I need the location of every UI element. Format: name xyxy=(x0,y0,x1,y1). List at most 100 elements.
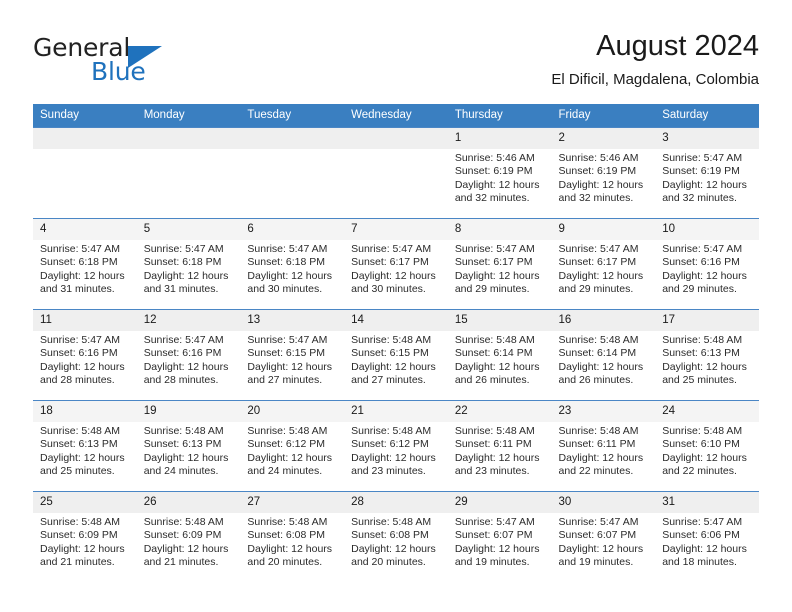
calendar-cell-inner: 26 Sunrise: 5:48 AM Sunset: 6:09 PM Dayligh… xyxy=(136,492,241,582)
day-details: Sunrise: 5:48 AM Sunset: 6:09 PM Daylight:… xyxy=(33,513,137,570)
daylight-duration-line2: and 27 minutes. xyxy=(247,374,323,387)
daylight-duration-line1: Daylight: 12 hours xyxy=(40,360,125,373)
day-details: Sunrise: 5:46 AM Sunset: 6:19 PM Daylight:… xyxy=(448,149,552,206)
sunset-time: Sunset: 6:17 PM xyxy=(558,256,637,269)
day-number: 11 xyxy=(33,310,137,331)
daylight-duration-line2: and 19 minutes. xyxy=(558,556,634,569)
calendar-day-cell[interactable]: 21 Sunrise: 5:48 AM Sunset: 6:12 PM Dayligh… xyxy=(344,400,448,492)
daylight-duration-line1: Daylight: 12 hours xyxy=(143,451,229,464)
daylight-duration-line1: Daylight: 12 hours xyxy=(558,178,644,191)
calendar-day-cell[interactable]: 31 Sunrise: 5:47 AM Sunset: 6:06 PM Dayligh… xyxy=(655,491,759,582)
sunset-time: Sunset: 6:10 PM xyxy=(662,438,740,451)
calendar-day-cell[interactable]: 9 Sunrise: 5:47 AM Sunset: 6:17 PM Daylight… xyxy=(551,218,656,310)
calendar-day-cell[interactable]: 11 Sunrise: 5:47 AM Sunset: 6:16 PM Dayligh… xyxy=(33,309,137,401)
sunrise-time: Sunrise: 5:48 AM xyxy=(143,425,224,437)
page-header: General Blue August 2024 El Dificil, Mag… xyxy=(33,28,759,100)
daylight-duration-line2: and 21 minutes. xyxy=(40,556,115,569)
daylight-duration-line1: Daylight: 12 hours xyxy=(247,269,333,282)
weekday-header-row: Sunday Monday Tuesday Wednesday Thursday… xyxy=(33,104,759,128)
sunset-time: Sunset: 6:15 PM xyxy=(247,347,326,360)
calendar-cell-inner: 27 Sunrise: 5:48 AM Sunset: 6:08 PM Dayligh… xyxy=(240,492,345,582)
calendar-table: Sunday Monday Tuesday Wednesday Thursday… xyxy=(33,104,759,582)
calendar-day-cell[interactable]: 20 Sunrise: 5:48 AM Sunset: 6:12 PM Dayligh… xyxy=(240,400,345,492)
sunset-time: Sunset: 6:16 PM xyxy=(662,256,740,269)
sunset-time: Sunset: 6:09 PM xyxy=(143,529,222,542)
daylight-duration-line2: and 22 minutes. xyxy=(662,465,737,478)
calendar-day-cell[interactable]: 16 Sunrise: 5:48 AM Sunset: 6:14 PM Dayligh… xyxy=(551,309,656,401)
calendar-day-cell[interactable]: 8 Sunrise: 5:47 AM Sunset: 6:17 PM Daylight… xyxy=(447,218,552,310)
calendar-cell-inner: 20 Sunrise: 5:48 AM Sunset: 6:12 PM Dayligh… xyxy=(240,401,345,491)
day-number xyxy=(240,128,345,149)
calendar-day-cell[interactable]: 28 Sunrise: 5:48 AM Sunset: 6:08 PM Dayligh… xyxy=(344,491,448,582)
calendar-day-cell[interactable]: 18 Sunrise: 5:48 AM Sunset: 6:13 PM Dayligh… xyxy=(33,400,137,492)
daylight-duration-line2: and 27 minutes. xyxy=(351,374,426,387)
calendar-week-row: 4 Sunrise: 5:47 AM Sunset: 6:18 PM Daylight… xyxy=(33,218,759,310)
calendar-cell-inner: 6 Sunrise: 5:47 AM Sunset: 6:18 PM Daylight… xyxy=(240,219,345,309)
daylight-duration-line2: and 30 minutes. xyxy=(351,283,426,296)
daylight-duration-line2: and 19 minutes. xyxy=(454,556,530,569)
calendar-day-cell[interactable]: 19 Sunrise: 5:48 AM Sunset: 6:13 PM Dayligh… xyxy=(136,400,241,492)
sunset-time: Sunset: 6:16 PM xyxy=(40,347,118,360)
day-number: 9 xyxy=(551,219,656,240)
day-number: 31 xyxy=(655,492,759,513)
day-number: 19 xyxy=(136,401,241,422)
sunset-time: Sunset: 6:16 PM xyxy=(143,347,222,360)
calendar-day-cell[interactable]: 7 Sunrise: 5:47 AM Sunset: 6:17 PM Daylight… xyxy=(344,218,448,310)
day-number xyxy=(33,128,137,149)
day-details: Sunrise: 5:48 AM Sunset: 6:14 PM Daylight:… xyxy=(448,331,552,388)
sunrise-time: Sunrise: 5:48 AM xyxy=(351,334,432,346)
sunrise-time: Sunrise: 5:47 AM xyxy=(351,243,432,255)
calendar-week-row: 18 Sunrise: 5:48 AM Sunset: 6:13 PM Dayligh… xyxy=(33,400,759,492)
calendar-day-cell[interactable]: 29 Sunrise: 5:47 AM Sunset: 6:07 PM Dayligh… xyxy=(447,491,552,582)
weekday-header-wednesday: Wednesday xyxy=(344,104,448,128)
day-number: 2 xyxy=(551,128,656,149)
day-number: 27 xyxy=(240,492,345,513)
sunset-time: Sunset: 6:18 PM xyxy=(143,256,222,269)
day-details: Sunrise: 5:47 AM Sunset: 6:18 PM Daylight:… xyxy=(137,240,241,297)
calendar-day-cell[interactable]: 22 Sunrise: 5:48 AM Sunset: 6:11 PM Dayligh… xyxy=(447,400,552,492)
daylight-duration-line1: Daylight: 12 hours xyxy=(454,269,540,282)
calendar-day-cell[interactable]: 30 Sunrise: 5:47 AM Sunset: 6:07 PM Dayligh… xyxy=(551,491,656,582)
calendar-day-cell[interactable]: 10 Sunrise: 5:47 AM Sunset: 6:16 PM Dayligh… xyxy=(655,218,759,310)
sunset-time: Sunset: 6:19 PM xyxy=(454,165,533,178)
sunrise-time: Sunrise: 5:47 AM xyxy=(662,243,743,255)
day-number: 14 xyxy=(344,310,448,331)
day-number: 5 xyxy=(136,219,241,240)
calendar-day-cell[interactable]: 5 Sunrise: 5:47 AM Sunset: 6:18 PM Daylight… xyxy=(136,218,241,310)
daylight-duration-line2: and 30 minutes. xyxy=(247,283,323,296)
calendar-day-cell[interactable]: 15 Sunrise: 5:48 AM Sunset: 6:14 PM Dayligh… xyxy=(447,309,552,401)
calendar-day-cell[interactable]: 6 Sunrise: 5:47 AM Sunset: 6:18 PM Daylight… xyxy=(240,218,345,310)
weekday-header-tuesday: Tuesday xyxy=(240,104,345,128)
day-number: 7 xyxy=(344,219,448,240)
sunrise-time: Sunrise: 5:47 AM xyxy=(454,516,535,528)
calendar-cell-empty xyxy=(136,127,241,219)
calendar-day-cell[interactable]: 25 Sunrise: 5:48 AM Sunset: 6:09 PM Dayligh… xyxy=(33,491,137,582)
calendar-cell-inner: 17 Sunrise: 5:48 AM Sunset: 6:13 PM Dayligh… xyxy=(655,310,759,400)
daylight-duration-line1: Daylight: 12 hours xyxy=(454,542,540,555)
calendar-day-cell[interactable]: 1 Sunrise: 5:46 AM Sunset: 6:19 PM Daylight… xyxy=(447,127,552,219)
sunset-time: Sunset: 6:13 PM xyxy=(662,347,740,360)
calendar-day-cell[interactable]: 4 Sunrise: 5:47 AM Sunset: 6:18 PM Daylight… xyxy=(33,218,137,310)
daylight-duration-line1: Daylight: 12 hours xyxy=(662,360,747,373)
sunrise-time: Sunrise: 5:48 AM xyxy=(40,516,120,528)
day-details: Sunrise: 5:47 AM Sunset: 6:16 PM Daylight:… xyxy=(655,240,759,297)
calendar-day-cell[interactable]: 2 Sunrise: 5:46 AM Sunset: 6:19 PM Daylight… xyxy=(551,127,656,219)
day-number: 21 xyxy=(344,401,448,422)
calendar-cell-inner xyxy=(344,128,448,218)
calendar-day-cell[interactable]: 13 Sunrise: 5:47 AM Sunset: 6:15 PM Dayligh… xyxy=(240,309,345,401)
calendar-day-cell[interactable]: 14 Sunrise: 5:48 AM Sunset: 6:15 PM Dayligh… xyxy=(344,309,448,401)
calendar-cell-inner: 15 Sunrise: 5:48 AM Sunset: 6:14 PM Dayligh… xyxy=(447,310,552,400)
sunset-time: Sunset: 6:17 PM xyxy=(454,256,533,269)
calendar-body: 1 Sunrise: 5:46 AM Sunset: 6:19 PM Daylight… xyxy=(33,127,759,582)
calendar-day-cell[interactable]: 17 Sunrise: 5:48 AM Sunset: 6:13 PM Dayligh… xyxy=(655,309,759,401)
general-blue-logo[interactable]: General Blue xyxy=(33,34,253,90)
calendar-day-cell[interactable]: 27 Sunrise: 5:48 AM Sunset: 6:08 PM Dayligh… xyxy=(240,491,345,582)
calendar-day-cell[interactable]: 26 Sunrise: 5:48 AM Sunset: 6:09 PM Dayligh… xyxy=(136,491,241,582)
calendar-day-cell[interactable]: 23 Sunrise: 5:48 AM Sunset: 6:11 PM Dayligh… xyxy=(551,400,656,492)
daylight-duration-line1: Daylight: 12 hours xyxy=(662,178,747,191)
calendar-day-cell[interactable]: 12 Sunrise: 5:47 AM Sunset: 6:16 PM Dayligh… xyxy=(136,309,241,401)
calendar-day-cell[interactable]: 3 Sunrise: 5:47 AM Sunset: 6:19 PM Daylight… xyxy=(655,127,759,219)
daylight-duration-line2: and 23 minutes. xyxy=(351,465,426,478)
calendar-day-cell[interactable]: 24 Sunrise: 5:48 AM Sunset: 6:10 PM Dayligh… xyxy=(655,400,759,492)
day-number: 22 xyxy=(447,401,552,422)
